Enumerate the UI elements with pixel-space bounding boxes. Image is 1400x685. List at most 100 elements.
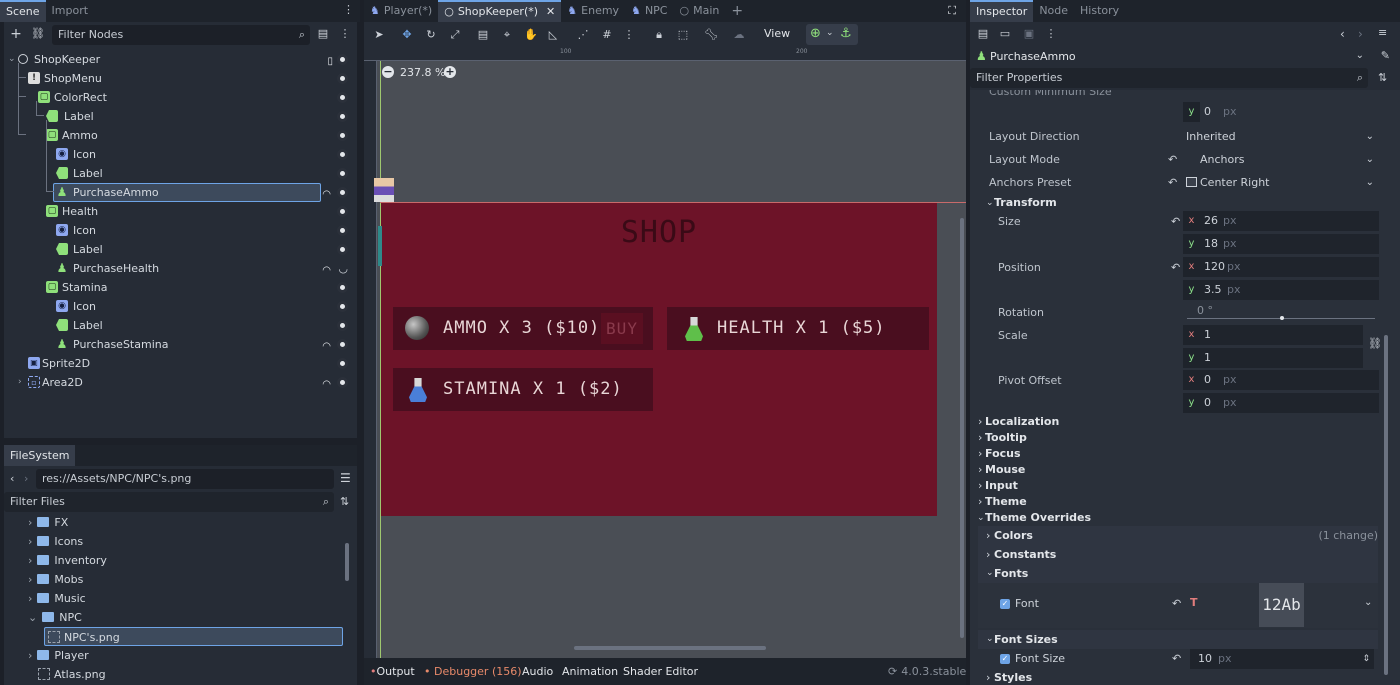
select-tool-icon[interactable]: ➤ [372, 28, 386, 42]
scale-tool-icon[interactable]: ⤢ [448, 28, 462, 42]
back-arrow-icon[interactable]: ‹ [10, 472, 14, 485]
folder-music[interactable]: › Music [14, 589, 343, 608]
visibility-eye-icon[interactable] [337, 73, 348, 84]
section-tooltip[interactable]: › Tooltip [970, 430, 1400, 446]
section-localization[interactable]: › Localization [970, 414, 1400, 430]
reset-icon[interactable]: ↶ [1172, 649, 1181, 669]
rotate-tool-icon[interactable]: ↻ [424, 28, 438, 42]
tab-audio[interactable]: Audio [522, 665, 553, 678]
path-field[interactable]: res://Assets/NPC/NPC's.png [36, 469, 334, 489]
scale-x-field[interactable]: x 1 [1183, 325, 1363, 345]
subsection-fonts[interactable]: ⌄ Fonts [978, 564, 1378, 583]
tab-output[interactable]: •Output [370, 665, 415, 678]
scrollbar[interactable] [345, 543, 349, 581]
group-icon[interactable]: ⬚ [676, 28, 690, 42]
scene-menu-icon[interactable]: ⋮ [338, 27, 352, 41]
hidden-eye-icon[interactable]: ◡ [338, 259, 348, 278]
tools-icon[interactable]: ✎ [1381, 49, 1390, 62]
tab-node[interactable]: Node [1033, 0, 1074, 22]
more-options-icon[interactable]: ⋮ [622, 28, 636, 42]
layout-icon[interactable]: ⊕ [810, 26, 821, 41]
inspector-scrollbar[interactable] [1384, 335, 1388, 675]
signal-icon[interactable]: ◠ [322, 375, 331, 394]
move-tool-icon[interactable]: ✥ [400, 28, 414, 42]
visibility-eye-icon[interactable] [337, 339, 348, 350]
reset-icon[interactable]: ↶ [1171, 256, 1180, 279]
history-forward-icon[interactable]: › [1358, 27, 1363, 41]
pivot-tool-icon[interactable]: ⌖ [500, 28, 514, 42]
font-size-field[interactable]: 10 px ⇕ [1190, 649, 1374, 669]
tree-item-purchasehealth[interactable]: ♟ PurchaseHealth ◠ ◡ [4, 259, 357, 278]
pivot-x-field[interactable]: x 0 px [1183, 370, 1379, 390]
object-menu-icon[interactable]: ≡ [1378, 26, 1387, 39]
script-filter-icon[interactable]: ▤ [316, 27, 330, 41]
tab-shopkeeper[interactable]: ○ ShopKeeper(*) ✕ [438, 0, 562, 22]
visibility-eye-icon[interactable] [337, 168, 348, 179]
section-theme[interactable]: › Theme [970, 494, 1400, 510]
visibility-eye-icon[interactable] [337, 92, 348, 103]
chevron-down-icon[interactable]: ⌄ [1356, 50, 1364, 61]
tab-enemy[interactable]: ♞ Enemy [561, 0, 625, 22]
filter-properties-input[interactable]: Filter Properties ⌕ [970, 68, 1368, 88]
reset-icon[interactable]: ↶ [1171, 210, 1180, 233]
folder-fx[interactable]: › FX [14, 513, 343, 532]
ruler-tool-icon[interactable]: ◺ [546, 28, 560, 42]
size-x-field[interactable]: x 26 px [1183, 211, 1379, 231]
tab-import[interactable]: Import [46, 0, 95, 22]
add-node-icon[interactable]: + [9, 27, 23, 41]
file-atlas-png[interactable]: Atlas.png [14, 665, 343, 684]
section-focus[interactable]: › Focus [970, 446, 1400, 462]
cms-y-field[interactable]: y 0 px [1183, 102, 1379, 122]
bone-icon[interactable]: 🦴︎ [704, 28, 718, 42]
smart-snap-icon[interactable]: ⋰ [576, 28, 590, 42]
zoom-in-button[interactable]: + [444, 66, 456, 78]
filter-files-input[interactable]: Filter Files ⌕ [4, 492, 334, 512]
folder-inventory[interactable]: › Inventory [14, 551, 343, 570]
tab-shader-editor[interactable]: Shader Editor [623, 665, 698, 678]
font-size-checkbox[interactable]: ✓ [1000, 654, 1010, 664]
buy-button[interactable]: BUY [601, 313, 643, 344]
collapse-arrow-icon[interactable]: ⌄ [8, 50, 16, 69]
sort-icon[interactable]: ⇅ [340, 495, 349, 508]
visibility-eye-icon[interactable] [337, 149, 348, 160]
new-resource-icon[interactable]: ▤ [976, 27, 990, 41]
folder-icons[interactable]: › Icons [14, 532, 343, 551]
chevron-down-icon[interactable]: ⌄ [826, 28, 834, 38]
tree-item-label[interactable]: Label [4, 316, 357, 335]
visibility-eye-icon[interactable] [337, 130, 348, 141]
view-menu[interactable]: View [764, 27, 790, 40]
visibility-eye-icon[interactable] [337, 54, 348, 65]
tab-npc[interactable]: ♞ NPC [625, 0, 673, 22]
tree-item-shopkeeper[interactable]: ⌄ ShopKeeper ▯ [4, 50, 357, 69]
pan-tool-icon[interactable]: ✋ [524, 28, 538, 42]
link-icon[interactable]: ⛓ [1368, 337, 1382, 350]
sort-icon[interactable]: ⇅ [1378, 71, 1387, 84]
canvas-viewport[interactable]: 100 200 − 237.8 % + SHOP AMMO X 3 ($10) … [364, 48, 966, 658]
tree-item-icon[interactable]: ◉ Icon [4, 297, 357, 316]
section-input[interactable]: › Input [970, 478, 1400, 494]
subsection-font-sizes[interactable]: ⌄ Font Sizes [978, 630, 1378, 649]
tree-item-label[interactable]: Label [4, 240, 357, 259]
list-view-icon[interactable]: ☰ [340, 471, 351, 485]
visibility-eye-icon[interactable] [337, 320, 348, 331]
vertical-scrollbar[interactable] [960, 218, 964, 638]
zoom-level[interactable]: 237.8 % [400, 66, 445, 79]
tree-item-icon[interactable]: ◉ Icon [4, 221, 357, 240]
open-folder-icon[interactable]: ▭ [998, 27, 1012, 41]
subsection-constants[interactable]: › Constants [978, 545, 1378, 564]
font-override-checkbox[interactable]: ✓ [1000, 599, 1010, 609]
skeleton-icon[interactable]: ☁ [732, 28, 746, 42]
tree-item-icon[interactable]: ◉ Icon [4, 145, 357, 164]
tree-item-label[interactable]: Label [4, 101, 357, 126]
tree-item-colorrect[interactable]: ▢ ColorRect [4, 63, 357, 107]
tree-item-ammo[interactable]: ▢ Ammo [4, 82, 357, 145]
visibility-eye-icon[interactable] [337, 358, 348, 369]
horizontal-scrollbar[interactable] [574, 646, 766, 650]
shop-menu-panel[interactable]: SHOP AMMO X 3 ($10) BUY HEALTH X 1 ($5) … [381, 203, 937, 516]
visibility-eye-icon[interactable] [337, 111, 348, 122]
tree-item-stamina[interactable]: ▢ Stamina [4, 278, 357, 297]
visibility-eye-icon[interactable] [337, 225, 348, 236]
forward-arrow-icon[interactable]: › [24, 472, 28, 485]
pivot-y-field[interactable]: y 0 px [1183, 393, 1379, 413]
link-icon[interactable]: ⛓ [31, 27, 45, 41]
